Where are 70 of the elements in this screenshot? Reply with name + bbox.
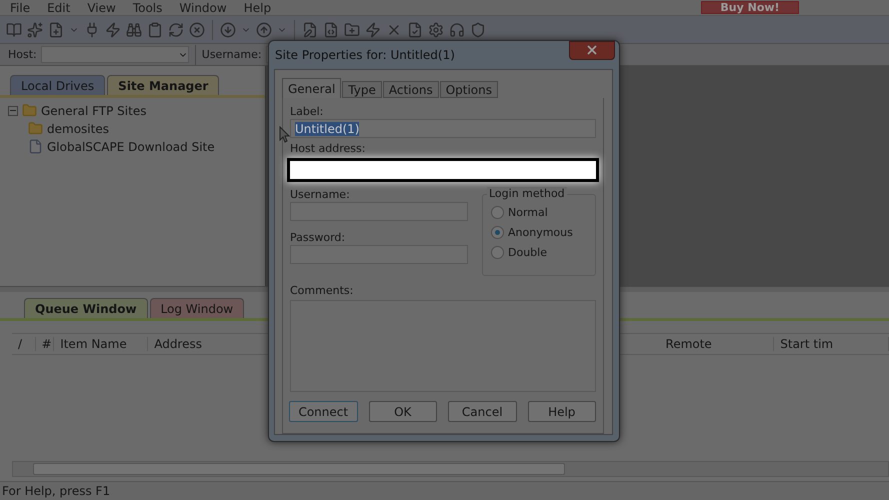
radio-label: Double xyxy=(508,246,547,259)
username-label: Username: xyxy=(202,48,262,61)
field-label: Password: xyxy=(290,231,346,245)
dialog-button[interactable]: OK xyxy=(368,401,437,422)
menu-item[interactable]: File xyxy=(10,0,30,14)
dialog-title: Site Properties for: Untitled(1) xyxy=(275,48,455,62)
tab[interactable]: Queue Window xyxy=(24,298,148,318)
dialog-button[interactable]: Help xyxy=(528,401,596,422)
new-folder-icon[interactable] xyxy=(344,22,360,38)
new-file-icon[interactable] xyxy=(48,22,64,38)
field-label: Label: xyxy=(290,105,324,119)
collapse-toggle[interactable] xyxy=(8,106,18,116)
dialog-button[interactable]: Cancel xyxy=(448,401,516,422)
column-header[interactable]: Start tim xyxy=(774,337,889,351)
column-header[interactable]: # xyxy=(36,337,54,351)
radio-label: Normal xyxy=(508,206,548,219)
tab[interactable]: Options xyxy=(440,81,498,98)
group-title: Login method xyxy=(487,187,567,200)
tab[interactable]: Site Manager xyxy=(107,75,220,95)
buy-now-button[interactable]: Buy Now! xyxy=(701,1,799,14)
shield-icon[interactable] xyxy=(470,22,486,38)
field-label: Host address: xyxy=(290,142,366,156)
clipboard-icon[interactable] xyxy=(147,22,163,38)
tab[interactable]: Type xyxy=(342,81,382,98)
radio-button[interactable] xyxy=(491,226,504,239)
menu-item[interactable]: Help xyxy=(244,0,272,14)
tab[interactable]: General xyxy=(282,78,342,98)
tab[interactable]: Local Drives xyxy=(10,75,106,95)
dialog-button[interactable]: Connect xyxy=(289,401,358,422)
menu-item[interactable]: View xyxy=(87,0,116,14)
checked-file-icon[interactable] xyxy=(407,22,423,38)
folder-icon xyxy=(28,121,43,136)
host-address-input[interactable] xyxy=(287,158,599,182)
tab[interactable]: Actions xyxy=(382,81,439,98)
column-header[interactable]: Remote xyxy=(660,337,774,351)
refresh-icon[interactable] xyxy=(168,22,184,38)
download-icon[interactable] xyxy=(220,22,236,38)
upload-icon[interactable] xyxy=(256,22,272,38)
edit-file-icon[interactable] xyxy=(302,22,318,38)
column-header[interactable]: / xyxy=(12,337,36,351)
field-label: Comments: xyxy=(290,284,354,298)
tree-item[interactable]: General FTP Sites xyxy=(41,104,146,118)
host-label: Host: xyxy=(8,48,37,61)
code-file-icon[interactable] xyxy=(323,22,339,38)
label-input[interactable]: Untitled(1) xyxy=(290,119,596,138)
menu-item[interactable]: Edit xyxy=(47,0,70,14)
status-text: For Help, press F1 xyxy=(1,484,110,498)
radio-button[interactable] xyxy=(491,246,504,259)
stop-icon[interactable] xyxy=(189,22,205,38)
host-combo[interactable] xyxy=(40,46,189,63)
column-header[interactable]: Item Name xyxy=(54,337,148,351)
menu-item[interactable]: Window xyxy=(179,0,227,14)
book-icon[interactable] xyxy=(6,22,22,38)
document-icon xyxy=(28,139,43,154)
wand-icon[interactable] xyxy=(27,22,43,38)
radio-label: Anonymous xyxy=(508,226,573,239)
close-icon xyxy=(585,43,599,57)
lightning-icon[interactable] xyxy=(105,22,121,38)
binoculars-icon[interactable] xyxy=(126,22,142,38)
headphones-icon[interactable] xyxy=(449,22,465,38)
folder-icon xyxy=(22,103,37,118)
tree-item[interactable]: demosites xyxy=(47,122,109,136)
radio-button[interactable] xyxy=(491,206,504,219)
tree-item[interactable]: GlobalSCAPE Download Site xyxy=(47,140,215,154)
close-button[interactable] xyxy=(569,40,615,60)
settings-icon[interactable] xyxy=(428,22,444,38)
field-label: Username: xyxy=(290,188,351,202)
tab[interactable]: Log Window xyxy=(150,298,244,318)
horizontal-scrollbar[interactable] xyxy=(12,461,889,477)
menu-item[interactable]: Tools xyxy=(132,0,162,14)
